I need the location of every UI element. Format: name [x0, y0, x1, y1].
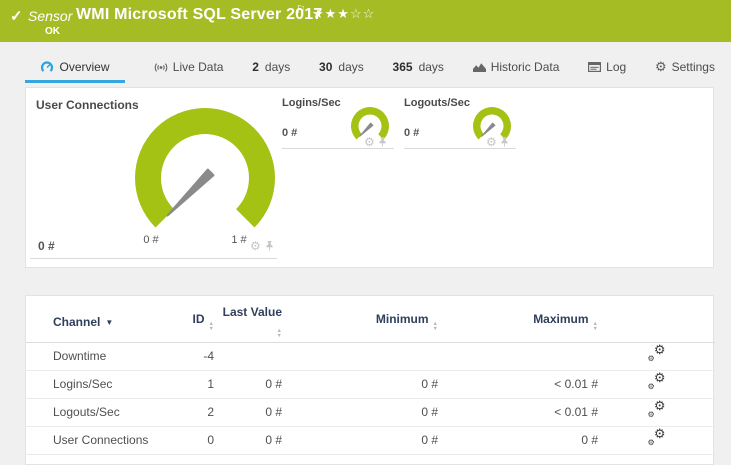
sensor-kind-label: Sensor: [28, 8, 73, 24]
table-row: Logouts/Sec 2 0 # 0 # < 0.01 # ⚙ ⚙: [26, 398, 715, 427]
priority-flag-icon[interactable]: ⚐: [296, 3, 306, 16]
col-header-id[interactable]: ID ▲ ▼: [176, 296, 214, 343]
tab-label: Log: [606, 60, 627, 74]
channel-last-value: 0 #: [214, 398, 282, 427]
divider: [30, 258, 277, 259]
channels-table: Channel ▼ ID ▲ ▼ Last Value ▲ ▼ Minimum ▲ ▼ Max…: [26, 296, 715, 455]
channel-last-value: [214, 342, 282, 371]
table-row: User Connections 0 0 # 0 # 0 # ⚙ ⚙: [26, 426, 715, 455]
tab-label: Settings: [671, 60, 715, 74]
table-header-row: Channel ▼ ID ▲ ▼ Last Value ▲ ▼ Minimum ▲ ▼ Max…: [26, 296, 715, 343]
channel-settings-icon[interactable]: ⚙ ⚙: [648, 371, 666, 391]
tab-label: days: [418, 60, 444, 74]
gauge-icon: [41, 61, 54, 72]
status-check-icon: ✓: [10, 8, 23, 25]
tab-30-days[interactable]: 30 days: [319, 53, 364, 81]
gauge-current-value: 0 #: [38, 239, 55, 253]
table-row: Logins/Sec 1 0 # 0 # < 0.01 # ⚙ ⚙: [26, 370, 715, 399]
sort-icon: ▲ ▼: [432, 321, 438, 332]
gear-icon[interactable]: ⚙: [486, 136, 497, 148]
gauge-needle: [166, 168, 215, 217]
tab-overview[interactable]: Overview: [25, 52, 125, 83]
gear-icon: ⚙: [654, 59, 667, 74]
sensor-status-header: ✓ Sensor WMI Microsoft SQL Server 2017 ⚐…: [0, 0, 731, 42]
gauge-title: Logins/Sec: [282, 97, 341, 109]
tab-historic-data[interactable]: Historic Data: [472, 53, 560, 81]
channel-id: 0: [176, 426, 214, 455]
stars-filled: ★★★: [312, 6, 350, 21]
tab-number: 2: [252, 60, 259, 74]
gauge-current-value: 0 #: [404, 127, 420, 139]
channel-settings-icon[interactable]: ⚙ ⚙: [648, 343, 666, 363]
channel-maximum: 0 #: [438, 426, 598, 455]
gauges-panel: User Connections 0 # 1 # 0 # ⚙ Logins/Se…: [25, 87, 714, 268]
channel-maximum: < 0.01 #: [438, 370, 598, 399]
area-chart-icon: [472, 63, 486, 72]
tab-settings[interactable]: ⚙ Settings: [655, 53, 715, 81]
gear-icon[interactable]: ⚙: [364, 136, 375, 148]
tab-label: Historic Data: [490, 60, 560, 74]
gear-icon[interactable]: ⚙: [250, 240, 261, 252]
pin-icon[interactable]: [265, 241, 274, 252]
channel-minimum: [282, 342, 438, 371]
tab-365-days[interactable]: 365 days: [393, 53, 444, 81]
pin-icon[interactable]: [500, 137, 509, 148]
tab-label: days: [338, 60, 364, 74]
divider: [282, 148, 394, 149]
broadcast-icon: [154, 62, 168, 72]
channel-minimum: 0 #: [282, 426, 438, 455]
stars-empty: ☆☆: [349, 6, 376, 21]
channel-settings-icon[interactable]: ⚙ ⚙: [648, 399, 666, 419]
sort-icon: ▲ ▼: [208, 321, 214, 332]
channel-name: Downtime: [26, 342, 176, 371]
col-header-maximum[interactable]: Maximum ▲ ▼: [438, 296, 598, 343]
table-row: Downtime -4 ⚙ ⚙: [26, 342, 715, 371]
gauge-current-value: 0 #: [282, 127, 298, 139]
gauge-dial[interactable]: [125, 103, 285, 233]
tab-bar: Overview Live Data 2 days 30 days 365 da…: [25, 52, 715, 83]
sort-desc-icon: ▼: [105, 317, 114, 327]
col-header-channel[interactable]: Channel ▼: [26, 296, 176, 343]
pin-icon[interactable]: [378, 137, 387, 148]
sort-icon: ▲ ▼: [276, 328, 282, 339]
channel-name: User Connections: [26, 426, 176, 455]
channel-name: Logins/Sec: [26, 370, 176, 399]
gauge-title: User Connections: [36, 98, 139, 112]
gauge-title: Logouts/Sec: [404, 97, 471, 109]
log-icon: [588, 62, 602, 72]
tab-number: 365: [392, 60, 413, 74]
col-header-last-value[interactable]: Last Value ▲ ▼: [214, 296, 282, 343]
channel-settings-icon[interactable]: ⚙ ⚙: [648, 427, 666, 447]
status-badge: OK: [45, 26, 60, 37]
tab-number: 30: [319, 60, 333, 74]
rating-stars[interactable]: ★★★☆☆: [312, 6, 375, 22]
channel-id: 1: [176, 370, 214, 399]
tab-label: Live Data: [172, 60, 224, 74]
col-header-actions: [598, 296, 715, 343]
channel-name: Logouts/Sec: [26, 398, 176, 427]
tab-label: days: [264, 60, 291, 74]
gauge-scale-min: 0 #: [143, 234, 159, 246]
tab-label: Overview: [59, 60, 110, 74]
channel-maximum: < 0.01 #: [438, 398, 598, 427]
channel-last-value: 0 #: [214, 370, 282, 399]
channels-table-panel: Channel ▼ ID ▲ ▼ Last Value ▲ ▼ Minimum ▲ ▼ Max…: [25, 295, 715, 465]
channel-last-value: 0 #: [214, 426, 282, 455]
channel-maximum: [438, 342, 598, 371]
col-header-minimum[interactable]: Minimum ▲ ▼: [282, 296, 438, 343]
channel-id: -4: [176, 342, 214, 371]
channel-minimum: 0 #: [282, 398, 438, 427]
divider: [404, 148, 516, 149]
tab-log[interactable]: Log: [588, 53, 626, 81]
channel-id: 2: [176, 398, 214, 427]
tab-2-days[interactable]: 2 days: [252, 53, 290, 81]
channel-minimum: 0 #: [282, 370, 438, 399]
page-title: WMI Microsoft SQL Server 2017: [76, 6, 323, 23]
sort-icon: ▲ ▼: [592, 321, 598, 332]
tab-live-data[interactable]: Live Data: [154, 53, 224, 81]
